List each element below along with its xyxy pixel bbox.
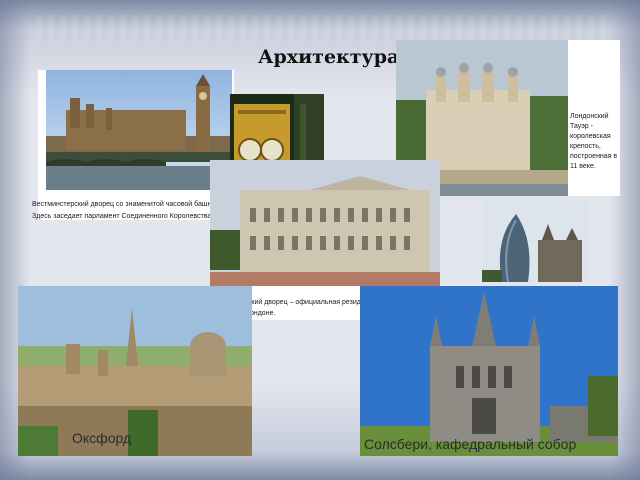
slide-title: Архитектура [258, 46, 400, 68]
salisbury-label: Солсбери, кафедральный собор [364, 436, 577, 452]
salisbury-photo: Солсбери, кафедральный собор [360, 286, 618, 456]
westminster-card: Вестминстерский дворец со знаменитой час… [32, 70, 256, 220]
oxford-photo: Оксфорд [18, 286, 252, 456]
tower-caption-line: Тауэр - [570, 123, 593, 130]
tower-caption-line: Лондонский [570, 113, 609, 120]
buckingham-photo [210, 160, 440, 286]
tower-caption-line: королевская [570, 133, 611, 140]
tower-caption: Лондонский Тауэр - королевская крепость,… [570, 112, 620, 172]
oxford-label: Оксфорд [72, 430, 132, 446]
gherkin-photo [482, 200, 590, 282]
tower-caption-line: крепость, [570, 143, 601, 150]
tower-caption-line: 11 веке. [570, 163, 596, 170]
westminster-photo [46, 70, 232, 190]
tower-caption-line: построенная в [570, 153, 618, 160]
